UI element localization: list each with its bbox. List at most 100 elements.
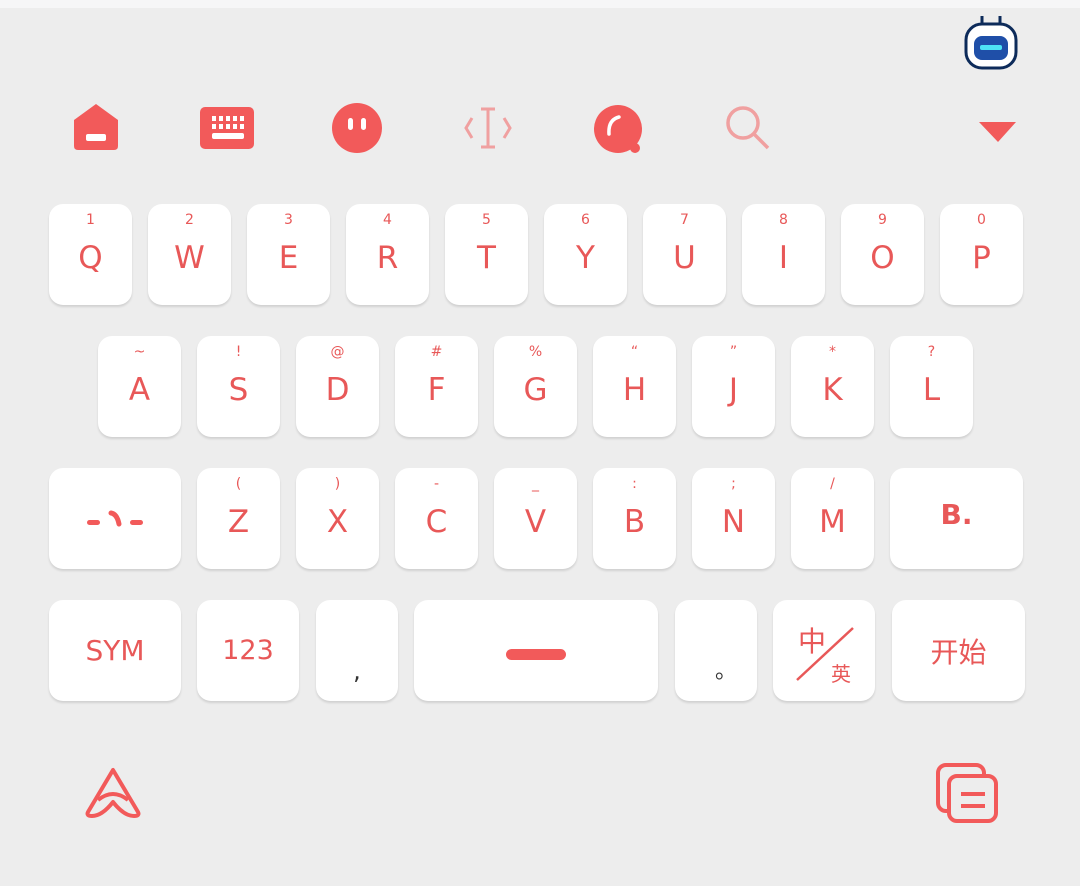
key-label: R	[376, 240, 399, 276]
key-secondary-label: 2	[185, 212, 194, 228]
app-logo-icon[interactable]	[84, 766, 142, 820]
key-label: U	[673, 240, 696, 276]
enter-key[interactable]: 开始	[892, 600, 1025, 701]
key-e[interactable]: 3E	[247, 204, 330, 305]
search-icon[interactable]	[724, 104, 772, 152]
key-secondary-label: ;	[731, 476, 736, 492]
key-label: P	[972, 240, 991, 276]
key-label: Z	[227, 504, 250, 540]
key-n[interactable]: ; N	[692, 468, 775, 569]
key-secondary-label: 1	[86, 212, 95, 228]
key-u[interactable]: 7U	[643, 204, 726, 305]
period-key[interactable]: 。	[675, 600, 757, 701]
key-b[interactable]: :B	[593, 468, 676, 569]
key-secondary-label: )	[334, 476, 341, 492]
key-l[interactable]: ? L	[890, 336, 973, 437]
key-label: A	[128, 372, 151, 408]
robot-assistant-icon[interactable]	[962, 12, 1020, 70]
cursor-move-icon[interactable]	[462, 106, 514, 150]
key-label: E	[278, 240, 299, 276]
space-key[interactable]	[414, 600, 658, 701]
key-secondary-label: 8	[779, 212, 788, 228]
language-switch-key[interactable]: 中 英	[773, 600, 875, 701]
key-label: B	[623, 504, 646, 540]
key-p[interactable]: 0P	[940, 204, 1023, 305]
key-secondary-label: 6	[581, 212, 590, 228]
home-icon[interactable]	[72, 102, 120, 152]
shift-icon	[87, 510, 143, 527]
key-label: H	[622, 372, 647, 408]
key-x[interactable]: ) X	[296, 468, 379, 569]
sym-key[interactable]: SYM	[49, 600, 181, 701]
key-secondary-label: !	[235, 344, 242, 360]
key-label: K	[822, 372, 843, 408]
key-secondary-label: 0	[977, 212, 986, 228]
key-o[interactable]: 9O	[841, 204, 924, 305]
key-c[interactable]: -C	[395, 468, 478, 569]
key-q[interactable]: 1Q	[49, 204, 132, 305]
key-secondary-label: 7	[680, 212, 689, 228]
key-secondary-label: ”	[729, 344, 738, 360]
key-label: X	[326, 504, 349, 540]
key-f[interactable]: # F	[395, 336, 478, 437]
num-key[interactable]: 123	[197, 600, 299, 701]
key-secondary-label: 5	[482, 212, 491, 228]
key-m[interactable]: / M	[791, 468, 874, 569]
status-strip	[0, 0, 1080, 8]
key-label: T	[477, 240, 496, 276]
emoji-face-icon[interactable]	[331, 102, 383, 154]
key-y[interactable]: 6Y	[544, 204, 627, 305]
key-i[interactable]: 8I	[742, 204, 825, 305]
key-t[interactable]: 5T	[445, 204, 528, 305]
key-secondary-label: :	[632, 476, 637, 492]
key-v[interactable]: _ V	[494, 468, 577, 569]
key-label: Y	[576, 240, 595, 276]
key-h[interactable]: “H	[593, 336, 676, 437]
key-secondary-label: (	[235, 476, 242, 492]
space-bar-icon	[506, 649, 566, 660]
key-j[interactable]: ” J	[692, 336, 775, 437]
key-k[interactable]: * K	[791, 336, 874, 437]
collapse-down-icon[interactable]	[979, 120, 1017, 144]
key-label: G	[523, 372, 548, 408]
key-w[interactable]: 2W	[148, 204, 231, 305]
key-secondary-label: 9	[878, 212, 887, 228]
key-secondary-label: -	[433, 476, 440, 492]
key-z[interactable]: (Z	[197, 468, 280, 569]
key-secondary-label: @	[330, 344, 345, 360]
key-label: N	[721, 504, 746, 540]
key-label: S	[228, 372, 249, 408]
key-label: I	[778, 240, 789, 276]
key-a[interactable]: ~ A	[98, 336, 181, 437]
key-s[interactable]: ! S	[197, 336, 280, 437]
key-secondary-label: “	[630, 344, 639, 360]
clipboard-icon[interactable]	[935, 762, 999, 824]
key-secondary-label: _	[532, 476, 539, 492]
key-label: F	[427, 372, 446, 408]
backspace-key[interactable]: B.	[890, 468, 1023, 569]
key-label: Q	[78, 240, 103, 276]
shift-key[interactable]	[49, 468, 181, 569]
bubble-icon[interactable]	[593, 104, 645, 156]
key-label: D	[325, 372, 350, 408]
key-secondary-label: %	[528, 344, 543, 360]
key-secondary-label: 4	[383, 212, 392, 228]
keyboard-icon[interactable]	[200, 107, 254, 149]
key-secondary-label: /	[830, 476, 835, 492]
key-secondary-label: ?	[927, 344, 936, 360]
key-d[interactable]: @ D	[296, 336, 379, 437]
key-secondary-label: *	[829, 344, 836, 360]
key-secondary-label: 3	[284, 212, 293, 228]
comma-key[interactable]: ,	[316, 600, 398, 701]
key-label: W	[174, 240, 205, 276]
key-secondary-label: ~	[133, 344, 146, 360]
key-r[interactable]: 4R	[346, 204, 429, 305]
key-secondary-label: #	[430, 344, 443, 360]
key-label: L	[922, 372, 941, 408]
key-label: V	[524, 504, 547, 540]
key-g[interactable]: % G	[494, 336, 577, 437]
key-label: J	[728, 372, 739, 408]
key-label: C	[425, 504, 448, 540]
key-label: M	[819, 504, 846, 540]
key-label: O	[870, 240, 895, 276]
